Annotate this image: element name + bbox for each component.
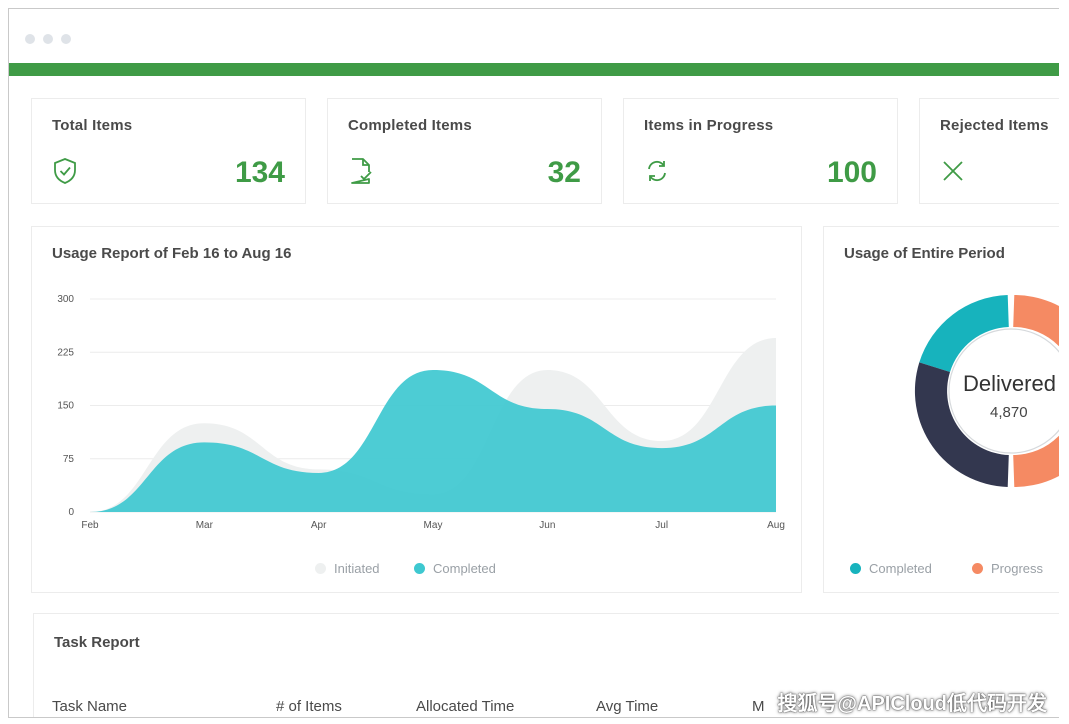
- stat-label: Completed Items: [348, 117, 472, 134]
- donut-center-value: 4,870: [990, 404, 1028, 421]
- legend-item-progress[interactable]: Progress: [972, 561, 1043, 576]
- legend-swatch-initiated: [315, 563, 326, 574]
- stat-card-completed[interactable]: Completed Items 32: [327, 98, 602, 204]
- y-tick-label: 300: [57, 294, 74, 305]
- legend-item-initiated[interactable]: Initiated: [315, 561, 380, 576]
- refresh-icon: [648, 160, 666, 182]
- shield-check-icon: [54, 158, 76, 184]
- stat-label: Total Items: [52, 117, 133, 134]
- legend-item-completed[interactable]: Completed: [850, 561, 932, 576]
- usage-donut-chart: Delivered 4,870: [914, 295, 1059, 487]
- column-header-more[interactable]: M: [752, 698, 765, 715]
- x-tick-label: Feb: [81, 520, 99, 531]
- donut-slice-completed[interactable]: [919, 295, 1009, 372]
- donut-center-label: Delivered: [963, 371, 1056, 396]
- y-tick-label: 0: [68, 507, 74, 518]
- document-check-icon: [351, 158, 372, 184]
- stat-value: 100: [826, 156, 877, 189]
- x-tick-label: Mar: [196, 520, 214, 531]
- window-titlebar: [9, 9, 1059, 63]
- watermark: 搜狐号@APICloud低代码开发: [777, 693, 1048, 715]
- stat-card-rejected[interactable]: Rejected Items: [919, 98, 1059, 204]
- usage-period-panel: Usage of Entire Period Delivered 4,870 C…: [823, 226, 1059, 593]
- y-tick-label: 225: [57, 347, 74, 358]
- column-header-avg-time[interactable]: Avg Time: [596, 698, 658, 715]
- window-dot-minimize[interactable]: [43, 34, 53, 44]
- x-tick-label: Jul: [655, 520, 668, 531]
- task-report-title: Task Report: [54, 634, 140, 651]
- stat-label: Rejected Items: [940, 117, 1049, 134]
- stat-label: Items in Progress: [644, 117, 774, 134]
- window-dot-maximize[interactable]: [61, 34, 71, 44]
- stat-value: 134: [234, 156, 285, 189]
- y-tick-label: 150: [57, 401, 74, 412]
- usage-area-chart: 0 75 150 225 300 Feb Mar Apr May Jun Jul Aug: [57, 294, 785, 531]
- legend-label: Initiated: [334, 561, 380, 576]
- legend-swatch-completed: [414, 563, 425, 574]
- header-accent-bar: [9, 63, 1059, 76]
- x-tick-label: Jun: [539, 520, 555, 531]
- column-header-task-name[interactable]: Task Name: [52, 698, 127, 715]
- stat-card-total[interactable]: Total Items 134: [31, 98, 306, 204]
- legend-swatch-progress: [972, 563, 983, 574]
- x-tick-label: Aug: [767, 520, 785, 531]
- close-icon: [943, 161, 963, 181]
- usage-report-panel: Usage Report of Feb 16 to Aug 16 0 75 150 2…: [31, 226, 802, 593]
- x-tick-label: May: [424, 520, 443, 531]
- window-dot-close[interactable]: [25, 34, 35, 44]
- legend-label: Completed: [869, 561, 932, 576]
- app-window: Total Items 134 Completed Items 32 Items…: [8, 8, 1059, 718]
- column-header-items[interactable]: # of Items: [276, 698, 342, 715]
- legend-item-completed[interactable]: Completed: [414, 561, 496, 576]
- y-tick-label: 75: [63, 454, 75, 465]
- stat-value: 32: [547, 156, 581, 189]
- legend-label: Progress: [991, 561, 1044, 576]
- column-header-allocated-time[interactable]: Allocated Time: [416, 698, 514, 715]
- legend-label: Completed: [433, 561, 496, 576]
- legend-swatch-completed: [850, 563, 861, 574]
- stat-card-in-progress[interactable]: Items in Progress 100: [623, 98, 898, 204]
- x-tick-label: Apr: [311, 520, 327, 531]
